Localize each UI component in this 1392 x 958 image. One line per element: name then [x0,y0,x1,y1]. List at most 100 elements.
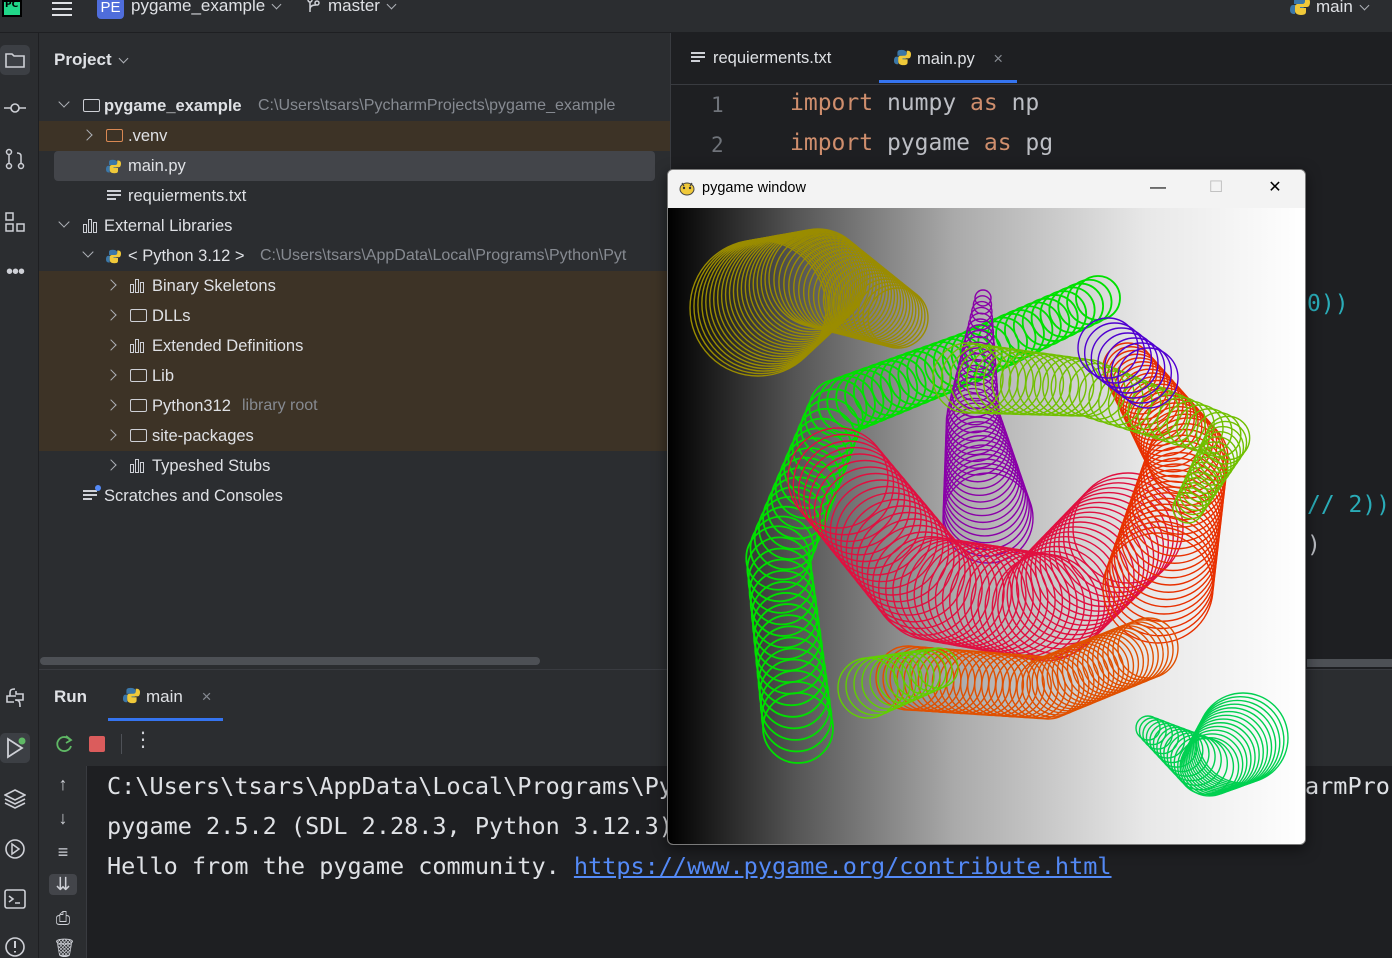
scroll-up-icon[interactable]: ↑ [53,774,73,795]
tree-item-venv[interactable]: .venv [39,121,670,151]
clear-console-icon[interactable]: 🗑 [53,938,76,958]
folder-icon [130,429,147,442]
code-module: pygame [873,130,984,156]
rerun-icon[interactable] [54,734,74,754]
tree-item-label: pygame_example [104,97,242,115]
console-side-toolbar: ↑ ↓ ≡ ⇊ ⎙ 🗑 [39,766,87,958]
expand-arrow-icon[interactable] [105,279,117,291]
tree-item-pygame-example[interactable]: pygame_example C:\Users\tsars\PycharmPro… [39,91,670,121]
tree-item-path: C:\Users\tsars\PycharmProjects\pygame_ex… [258,97,616,114]
project-tool-window: Project pygame_example C:\Users\tsars\Py… [39,33,670,669]
tree-item-python-sdk[interactable]: < Python 3.12 > C:\Users\tsars\AppData\L… [39,241,670,271]
code-keyword: import [790,130,874,156]
tree-item-hint: library root [242,397,318,414]
tree-item-python312[interactable]: Python312 library root [39,391,670,421]
expand-arrow-icon[interactable] [105,339,117,351]
tree-item-scratches[interactable]: Scratches and Consoles [39,481,670,511]
run-config-selector[interactable]: main [1290,0,1370,17]
code-keyword: as [983,130,1012,156]
expand-arrow-icon[interactable] [81,129,93,141]
expand-arrow-icon[interactable] [105,399,117,411]
left-tool-window-bar: ••• [0,33,39,958]
pygame-canvas[interactable] [668,208,1305,844]
branch-selector[interactable]: master [306,0,397,16]
text-file-icon [107,190,121,202]
print-icon[interactable]: ⎙ [53,908,73,929]
code-fragment: // 2)) [1307,492,1391,518]
expand-arrow-icon[interactable] [105,309,117,321]
tree-item-label: DLLs [152,307,191,325]
tree-item-binary-skeletons[interactable]: Binary Skeletons [39,271,670,301]
tree-item-site-packages[interactable]: site-packages [39,421,670,451]
folder-icon [83,99,100,112]
code-line[interactable]: import numpy as np [790,90,1039,116]
tree-item-main-py[interactable]: main.py [54,151,655,181]
expand-arrow-icon[interactable] [105,429,117,441]
folder-icon [130,399,147,412]
pygame-drawing [689,228,1289,797]
project-horizontal-scrollbar[interactable] [40,657,540,665]
console-output-line: C:\Users\tsars\AppData\Local\Programs\Py [107,772,673,800]
editor-tab-bar: requierments.txt main.py × [671,33,1392,85]
editor-horizontal-scrollbar[interactable] [1307,659,1392,667]
structure-icon[interactable] [4,211,26,233]
problems-icon[interactable] [4,936,26,958]
main-menu-icon[interactable] [52,2,72,16]
maximize-button[interactable]: ☐ [1206,178,1226,198]
close-tab-icon[interactable]: × [993,50,1003,68]
code-keyword: as [970,90,998,116]
console-link[interactable]: https://www.pygame.org/contribute.html [574,852,1112,880]
layers-icon[interactable] [3,788,27,810]
expand-arrow-icon[interactable] [105,369,117,381]
expand-arrow-icon[interactable] [58,216,70,228]
run-tool-icon[interactable] [0,733,30,763]
tree-item-typeshed-stubs[interactable]: Typeshed Stubs [39,451,670,481]
tab-label: requierments.txt [713,49,832,67]
console-text: Hello from the pygame community. [107,852,574,880]
close-window-button[interactable]: ✕ [1265,178,1285,198]
code-line[interactable]: import pygame as pg [790,130,1053,156]
run-tab-main[interactable]: main × [123,687,212,707]
folder-icon [130,309,147,322]
run-config-name: main [1316,0,1353,16]
tab-main-py[interactable]: main.py × [894,49,1003,69]
commit-icon[interactable] [4,97,26,119]
chevron-down-icon [118,53,129,64]
tree-item-dlls[interactable]: DLLs [39,301,670,331]
expand-arrow-icon[interactable] [105,459,117,471]
tree-item-label: < Python 3.12 > [128,247,245,265]
stop-icon[interactable] [89,736,105,752]
project-selector[interactable]: pygame_example [131,0,282,16]
library-icon [130,459,147,473]
tree-item-lib[interactable]: Lib [39,361,670,391]
tab-requierments[interactable]: requierments.txt [691,49,831,68]
minimize-button[interactable]: — [1148,178,1168,198]
project-panel-title[interactable]: Project [54,50,129,70]
more-actions-icon[interactable]: ⋮ [133,727,153,752]
console-output-fragment: armProj [1305,772,1392,800]
project-badge[interactable]: PE [97,0,124,19]
tree-item-extended-definitions[interactable]: Extended Definitions [39,331,670,361]
more-tools-icon[interactable]: ••• [4,261,26,283]
tree-item-path: C:\Users\tsars\AppData\Local\Programs\Py… [260,247,627,264]
circle-tube [1135,692,1289,797]
chevron-down-icon [386,0,397,10]
expand-arrow-icon[interactable] [58,96,70,108]
tree-item-label: Extended Definitions [152,337,304,355]
expand-arrow-icon[interactable] [82,246,94,258]
pull-requests-icon[interactable] [4,148,26,170]
project-folder-icon[interactable] [0,45,30,75]
code-alias: pg [1011,130,1054,156]
tree-item-requirements[interactable]: requierments.txt [39,181,670,211]
close-run-tab-icon[interactable]: × [202,687,212,706]
line-number: 1 [711,93,724,117]
pygame-window-titlebar[interactable]: pygame window — ☐ ✕ [668,170,1305,208]
soft-wrap-icon[interactable]: ≡ [53,842,73,863]
pygame-window[interactable]: pygame window — ☐ ✕ [667,169,1306,845]
tree-item-external-libraries[interactable]: External Libraries [39,211,670,241]
services-icon[interactable] [4,838,26,860]
terminal-icon[interactable] [4,888,26,910]
scroll-down-icon[interactable]: ↓ [53,808,73,829]
python-packages-icon[interactable] [4,687,26,709]
scroll-to-end-icon[interactable]: ⇊ [49,874,77,895]
